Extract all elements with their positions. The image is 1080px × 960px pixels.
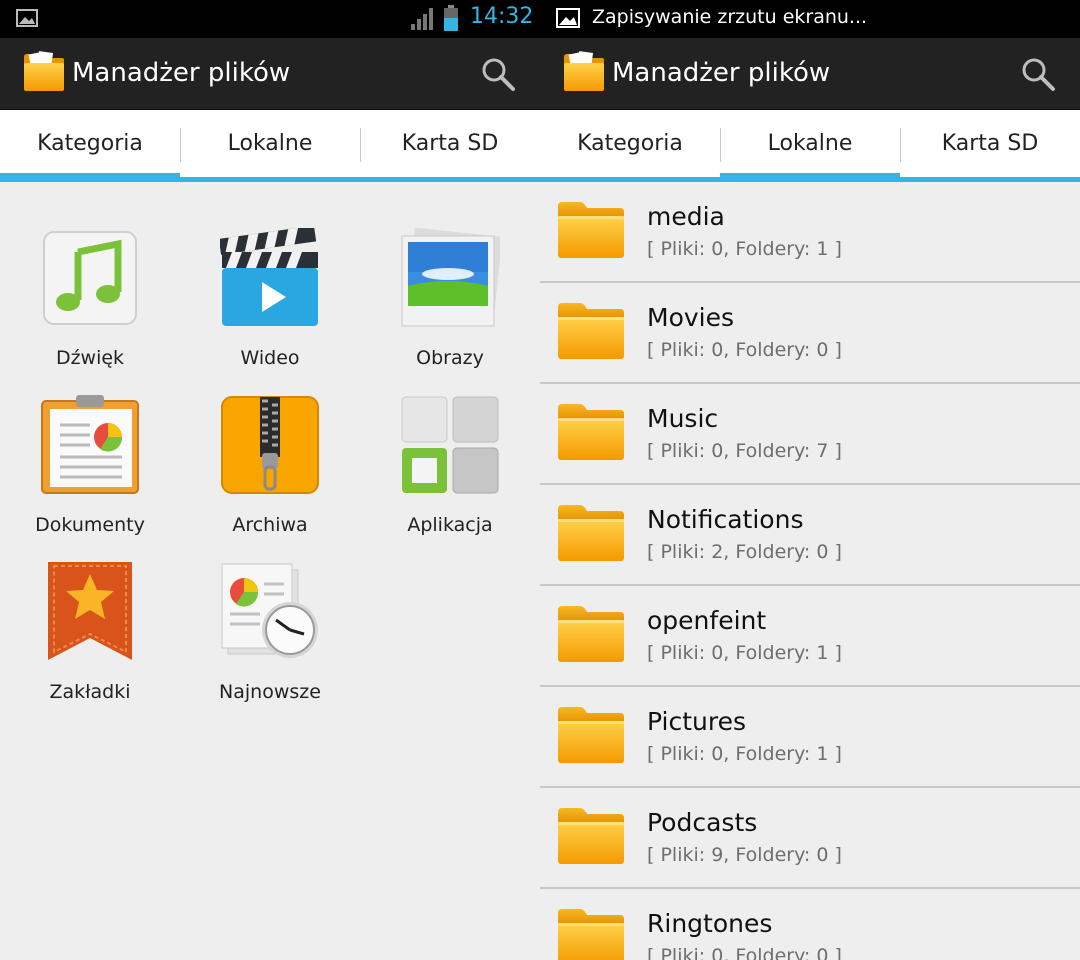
category-grid: Dźwięk Wideo Obrazy Dokumenty Archiwa Ap… (0, 182, 540, 960)
folder-meta: [ Pliki: 2, Foldery: 0 ] (647, 541, 842, 563)
folder-row-ringtones[interactable]: Ringtones [ Pliki: 0, Foldery: 0 ] (540, 889, 1080, 960)
folder-meta: [ Pliki: 0, Foldery: 7 ] (647, 440, 842, 462)
tab-bar: Kategoria Lokalne Karta SD (0, 110, 540, 182)
status-ticker: Zapisywanie zrzutu ekranu... (592, 6, 868, 28)
folder-row-movies[interactable]: Movies [ Pliki: 0, Foldery: 0 ] (540, 283, 1080, 384)
local-files-screen: Zapisywanie zrzutu ekranu... Manadżer pl… (540, 0, 1080, 960)
tab-lokalne[interactable]: Lokalne (180, 110, 360, 177)
folder-row-notifications[interactable]: Notifications [ Pliki: 2, Foldery: 0 ] (540, 485, 1080, 586)
folder-meta: [ Pliki: 0, Foldery: 0 ] (647, 339, 842, 361)
tab-label: Kategoria (577, 131, 683, 156)
file-manager-app-icon (562, 51, 606, 93)
clipboard-document-icon (41, 395, 139, 494)
tab-label: Lokalne (227, 131, 313, 156)
tab-karta-sd[interactable]: Karta SD (900, 110, 1080, 177)
bookmark-star-icon (48, 562, 132, 660)
zipper-archive-icon (221, 396, 319, 494)
folder-icon (556, 503, 626, 563)
tab-karta-sd[interactable]: Karta SD (360, 110, 540, 177)
folder-row-podcasts[interactable]: Podcasts [ Pliki: 9, Foldery: 0 ] (540, 788, 1080, 889)
app-grid-icon (401, 396, 499, 494)
category-video[interactable]: Wideo (180, 182, 360, 369)
search-icon[interactable] (480, 56, 516, 92)
folder-meta: [ Pliki: 0, Foldery: 1 ] (647, 642, 842, 664)
folder-icon (556, 705, 626, 765)
folder-name: Podcasts (647, 808, 758, 837)
tab-label: Karta SD (401, 131, 499, 156)
folder-name: Music (647, 404, 719, 433)
image-notification-icon (556, 8, 580, 28)
category-sound[interactable]: Dźwięk (0, 182, 180, 369)
category-documents[interactable]: Dokumenty (0, 349, 180, 536)
folder-list: media [ Pliki: 0, Foldery: 1 ] Movies [ … (540, 182, 1080, 960)
video-clapper-icon (220, 228, 318, 326)
status-clock: 14:32 (470, 4, 534, 29)
status-bar: Zapisywanie zrzutu ekranu... (540, 0, 1080, 38)
category-images[interactable]: Obrazy (360, 182, 540, 369)
folder-icon (556, 907, 626, 960)
category-archives[interactable]: Archiwa (180, 349, 360, 536)
battery-icon (444, 5, 458, 31)
folder-row-openfeint[interactable]: openfeint [ Pliki: 0, Foldery: 1 ] (540, 586, 1080, 687)
folder-meta: [ Pliki: 0, Foldery: 0 ] (647, 945, 842, 960)
tab-lokalne[interactable]: Lokalne (720, 110, 900, 182)
tab-indicator (720, 173, 900, 182)
folder-row-music[interactable]: Music [ Pliki: 0, Foldery: 7 ] (540, 384, 1080, 485)
folder-meta: [ Pliki: 9, Foldery: 0 ] (647, 844, 842, 866)
category-label: Aplikacja (407, 514, 493, 536)
tab-indicator (0, 173, 180, 182)
recent-clock-icon (221, 563, 318, 658)
folder-name: openfeint (647, 606, 767, 635)
search-icon[interactable] (1020, 56, 1056, 92)
tab-label: Karta SD (941, 131, 1039, 156)
folder-name: Ringtones (647, 909, 773, 938)
category-label: Zakładki (49, 681, 131, 703)
folder-icon (556, 200, 626, 260)
photo-icon (401, 228, 500, 327)
signal-icon (411, 8, 433, 30)
action-bar: Manadżer plików (540, 38, 1080, 110)
folder-name: media (647, 202, 725, 231)
folder-meta: [ Pliki: 0, Foldery: 1 ] (647, 238, 842, 260)
folder-icon (556, 402, 626, 462)
folder-name: Movies (647, 303, 735, 332)
folder-name: Notifications (647, 505, 804, 534)
tab-kategoria[interactable]: Kategoria (0, 110, 180, 182)
folder-icon (556, 604, 626, 664)
tab-label: Kategoria (37, 131, 143, 156)
category-screen: 14:32 Manadżer plików Kategoria Lokalne … (0, 0, 540, 960)
action-bar: Manadżer plików (0, 38, 540, 110)
category-label: Najnowsze (219, 681, 321, 703)
app-title: Manadżer plików (72, 58, 291, 88)
folder-icon (556, 806, 626, 866)
category-bookmarks[interactable]: Zakładki (0, 516, 180, 703)
folder-meta: [ Pliki: 0, Foldery: 1 ] (647, 743, 842, 765)
tab-bar: Kategoria Lokalne Karta SD (540, 110, 1080, 182)
folder-row-pictures[interactable]: Pictures [ Pliki: 0, Foldery: 1 ] (540, 687, 1080, 788)
tab-kategoria[interactable]: Kategoria (540, 110, 720, 177)
category-recent[interactable]: Najnowsze (180, 516, 360, 703)
folder-name: Pictures (647, 707, 746, 736)
music-note-icon (43, 231, 137, 325)
folder-row-media[interactable]: media [ Pliki: 0, Foldery: 1 ] (540, 182, 1080, 283)
image-notification-icon (16, 9, 38, 27)
folder-icon (556, 301, 626, 361)
file-manager-app-icon (22, 51, 66, 93)
category-apps[interactable]: Aplikacja (360, 349, 540, 536)
tab-label: Lokalne (767, 131, 853, 156)
status-bar: 14:32 (0, 0, 540, 38)
app-title: Manadżer plików (612, 58, 831, 88)
